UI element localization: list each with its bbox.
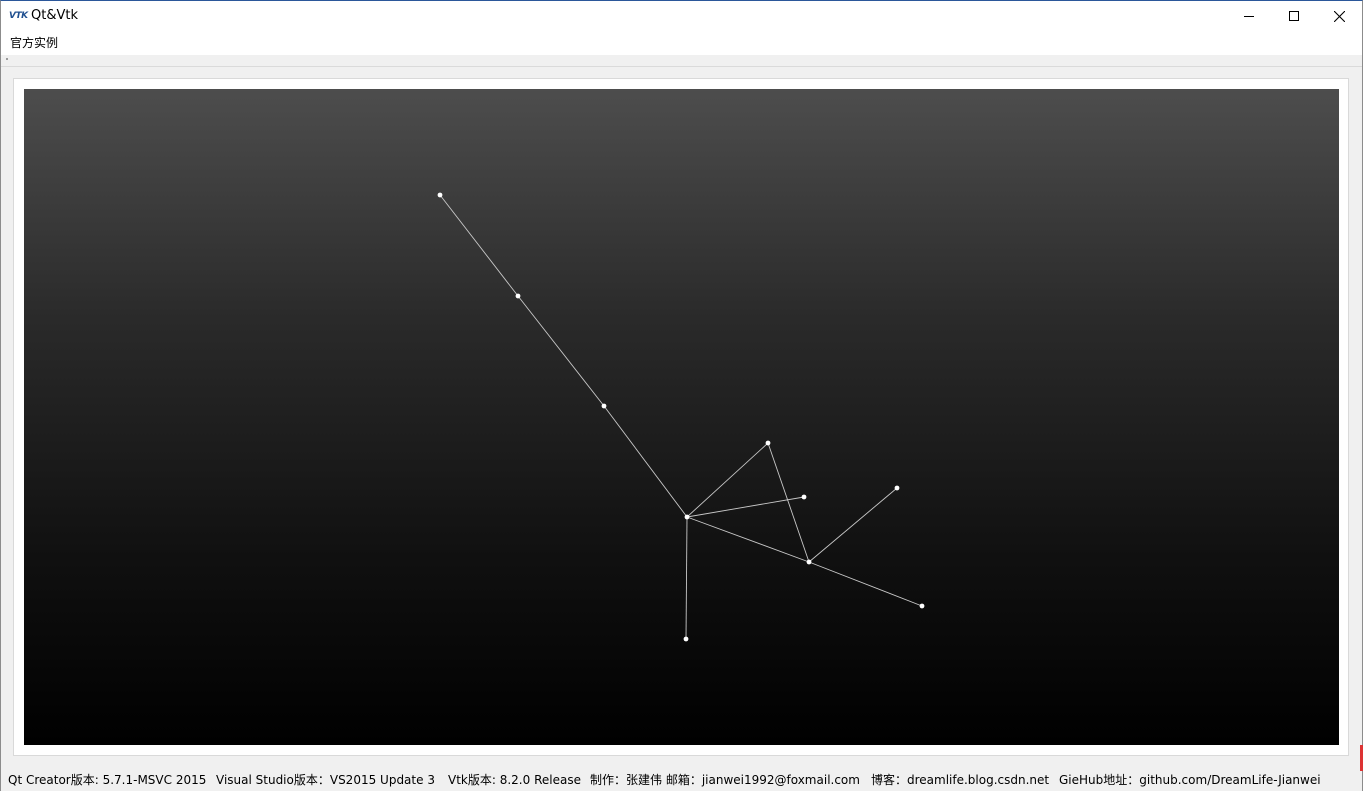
graph-edge	[603, 405, 688, 518]
graph-edge	[686, 516, 810, 563]
minimize-button[interactable]	[1226, 1, 1272, 31]
status-vtk-version: Vtk版本: 8.2.0 Release	[448, 773, 581, 787]
graph-scene	[437, 192, 925, 642]
graph-edge	[686, 496, 805, 518]
status-author-email: 制作：张建伟 邮箱：jianwei1992@foxmail.com	[590, 773, 860, 787]
vtk-render-view[interactable]	[24, 89, 1339, 745]
status-github: GieHub地址：github.com/DreamLife-Jianwei	[1059, 773, 1321, 787]
graph-vertex	[894, 485, 900, 491]
toolbar-area	[1, 55, 1362, 67]
menu-bar: 官方实例	[1, 31, 1362, 55]
status-blog: 博客：dreamlife.blog.csdn.net	[871, 773, 1050, 787]
graph-edge	[808, 561, 923, 607]
graph-vertex	[601, 403, 607, 409]
graph-vertex	[683, 636, 689, 642]
status-qt-version: Qt Creator版本: 5.7.1-MSVC 2015	[8, 773, 207, 787]
status-bar: Qt Creator版本: 5.7.1-MSVC 2015 Visual Stu…	[1, 768, 1362, 791]
graph-edge	[808, 487, 898, 563]
graph-edge	[439, 194, 519, 297]
graph-edge	[517, 295, 605, 407]
maximize-button[interactable]	[1271, 1, 1317, 31]
status-vs-version: Visual Studio版本：VS2015 Update 3	[216, 773, 435, 787]
main-window: VTK Qt&Vtk 官方实例 Qt Creator版本: 5.7.1-MSVC…	[0, 0, 1363, 791]
graph-vertex	[801, 494, 807, 500]
graph-edge	[686, 442, 769, 518]
graph-edge	[685, 516, 688, 640]
graph-vertex	[919, 603, 925, 609]
toolbar-grip-handle[interactable]	[6, 58, 8, 60]
graph-vertex	[515, 293, 521, 299]
graph-vertex	[806, 559, 812, 565]
graph-vertex	[684, 514, 690, 520]
close-icon	[1333, 10, 1345, 22]
vtk-logo-icon: VTK	[9, 11, 28, 21]
window-title: Qt&Vtk	[31, 8, 78, 23]
maximize-icon	[1289, 11, 1299, 21]
menu-official-examples[interactable]: 官方实例	[5, 34, 63, 52]
title-bar[interactable]: VTK Qt&Vtk	[1, 1, 1362, 31]
graph-vertex	[437, 192, 443, 198]
close-button[interactable]	[1316, 1, 1362, 31]
graph-vertex	[765, 440, 771, 446]
minimize-icon	[1244, 16, 1254, 17]
